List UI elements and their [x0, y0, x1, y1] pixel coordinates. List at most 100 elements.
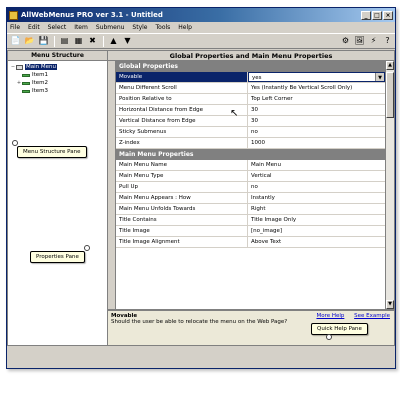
mouse-cursor-icon: ↖ [230, 108, 239, 119]
property-value[interactable]: Title Image Only [248, 215, 385, 225]
property-row[interactable]: Movable yes ▼ [116, 72, 385, 83]
new-file-icon[interactable]: 📄 [9, 35, 22, 47]
vertical-scrollbar[interactable]: ▲ ▼ [385, 61, 394, 309]
menu-structure-pane: Menu Structure − Main Menu Item1 + Item2 [7, 50, 107, 346]
property-value[interactable]: no [248, 127, 385, 137]
property-row[interactable]: Sticky Submenus no [116, 127, 385, 138]
help-links: More Help See Example [308, 313, 390, 319]
section-global-properties[interactable]: Global Properties [116, 61, 385, 72]
open-folder-icon[interactable]: 📂 [23, 35, 36, 47]
property-value[interactable]: 30 [248, 116, 385, 126]
property-value[interactable]: [no_image] [248, 226, 385, 236]
menu-help[interactable]: Help [178, 24, 192, 31]
move-up-icon[interactable]: ▲ [107, 35, 120, 47]
delete-icon[interactable]: ✖ [86, 35, 99, 47]
close-button[interactable]: × [383, 10, 393, 20]
app-logo-icon [9, 10, 18, 20]
menu-style[interactable]: Style [132, 24, 147, 31]
scroll-down-icon[interactable]: ▼ [386, 300, 394, 309]
property-key: Menu Different Scroll [116, 83, 248, 93]
compile-icon[interactable]: ⚡ [367, 35, 380, 47]
title-bar[interactable]: AllWebMenus PRO ver 3.1 - Untitled _ □ × [7, 8, 395, 22]
property-row[interactable]: Main Menu Appears : How Instantly [116, 193, 385, 204]
property-key: Title Image [116, 226, 248, 236]
menu-submenu[interactable]: Submenu [96, 24, 125, 31]
scroll-thumb[interactable] [386, 72, 394, 118]
menu-select[interactable]: Select [48, 24, 67, 31]
property-key: Title Image Alignment [116, 237, 248, 247]
property-value[interactable]: Top Left Corner [248, 94, 385, 104]
properties-header: Global Properties and Main Menu Properti… [108, 51, 394, 61]
grid-gutter [108, 61, 116, 309]
property-value[interactable]: Instantly [248, 193, 385, 203]
property-row[interactable]: Title Image [no_image] [116, 226, 385, 237]
property-value[interactable]: 30 [248, 105, 385, 115]
minimize-button[interactable]: _ [361, 10, 371, 20]
property-row[interactable]: Main Menu Unfolds Towards Right [116, 204, 385, 215]
property-row[interactable]: Z-index 1000 [116, 138, 385, 149]
dropdown-arrow-icon[interactable]: ▼ [375, 73, 384, 81]
add-submenu-icon[interactable]: ▦ [72, 35, 85, 47]
properties-pane: Global Properties and Main Menu Properti… [107, 50, 395, 346]
property-grid: Global Properties Movable yes ▼ Menu Diff… [116, 61, 385, 309]
menu-tools[interactable]: Tools [156, 24, 171, 31]
property-key: Pull Up [116, 182, 248, 192]
menu-structure-header: Menu Structure [8, 51, 107, 61]
item-node-icon [22, 81, 30, 85]
property-key: Main Menu Type [116, 171, 248, 181]
save-icon[interactable]: 💾 [37, 35, 50, 47]
menu-edit[interactable]: Edit [28, 24, 40, 31]
property-row[interactable]: Main Menu Name Main Menu [116, 160, 385, 171]
property-row[interactable]: Vertical Distance from Edge 30 [116, 116, 385, 127]
property-value[interactable]: 1000 [248, 138, 385, 148]
item-node-icon [22, 89, 30, 93]
add-item-icon[interactable]: ▤ [58, 35, 71, 47]
menu-structure-callout: Menu Structure Pane [12, 140, 87, 158]
property-value[interactable]: no [248, 182, 385, 192]
section-main-menu-properties[interactable]: Main Menu Properties [116, 149, 385, 160]
scroll-up-icon[interactable]: ▲ [386, 61, 394, 70]
preview-icon[interactable]: 🖼 [353, 35, 366, 47]
menu-item[interactable]: Item [74, 24, 88, 31]
property-value[interactable]: Right [248, 204, 385, 214]
move-down-icon[interactable]: ▼ [121, 35, 134, 47]
property-key: Z-index [116, 138, 248, 148]
tools-icon[interactable]: ⚙ [339, 35, 352, 47]
property-row[interactable]: Title Contains Title Image Only [116, 215, 385, 226]
menu-file[interactable]: File [10, 24, 20, 31]
tree-item-label: Main Menu [25, 64, 57, 70]
tree-item-main-menu[interactable]: − Main Menu [10, 63, 105, 71]
property-row[interactable]: Main Menu Type Vertical [116, 171, 385, 182]
property-row[interactable]: Menu Different Scroll Yes (Instantly Be … [116, 83, 385, 94]
property-key: Title Contains [116, 215, 248, 225]
window-title: AllWebMenus PRO ver 3.1 - Untitled [21, 11, 163, 19]
property-value: yes [252, 75, 262, 81]
toolbar: 📄 📂 💾 ▤ ▦ ✖ ▲ ▼ ⚙ 🖼 ⚡ ? [7, 33, 395, 49]
menu-bar: File Edit Select Item Submenu Style Tool… [7, 22, 395, 33]
toolbar-separator [54, 35, 55, 47]
property-value[interactable]: Yes (Instantly Be Vertical Scroll Only) [248, 83, 385, 93]
help-icon[interactable]: ? [381, 35, 394, 47]
property-key: Vertical Distance from Edge [116, 116, 248, 126]
property-key: Sticky Submenus [116, 127, 248, 137]
toolbar-separator [103, 35, 104, 47]
property-row[interactable]: Position Relative to Top Left Corner [116, 94, 385, 105]
tree-item-item2[interactable]: + Item2 [10, 79, 105, 87]
tree-item-item3[interactable]: Item3 [10, 87, 105, 95]
property-key: Main Menu Appears : How [116, 193, 248, 203]
property-row[interactable]: Horizontal Distance from Edge 30 [116, 105, 385, 116]
property-row[interactable]: Title Image Alignment Above Text [116, 237, 385, 248]
property-value[interactable]: Above Text [248, 237, 385, 247]
see-example-link[interactable]: See Example [354, 313, 390, 319]
property-key: Position Relative to [116, 94, 248, 104]
item-node-icon [22, 73, 30, 77]
properties-callout: Properties Pane [30, 245, 90, 263]
tree-item-item1[interactable]: Item1 [10, 71, 105, 79]
more-help-link[interactable]: More Help [316, 313, 344, 319]
maximize-button[interactable]: □ [372, 10, 382, 20]
property-row[interactable]: Pull Up no [116, 182, 385, 193]
property-value-select[interactable]: yes ▼ [248, 72, 385, 82]
property-value[interactable]: Main Menu [248, 160, 385, 170]
property-key: Movable [116, 72, 248, 82]
property-value[interactable]: Vertical [248, 171, 385, 181]
